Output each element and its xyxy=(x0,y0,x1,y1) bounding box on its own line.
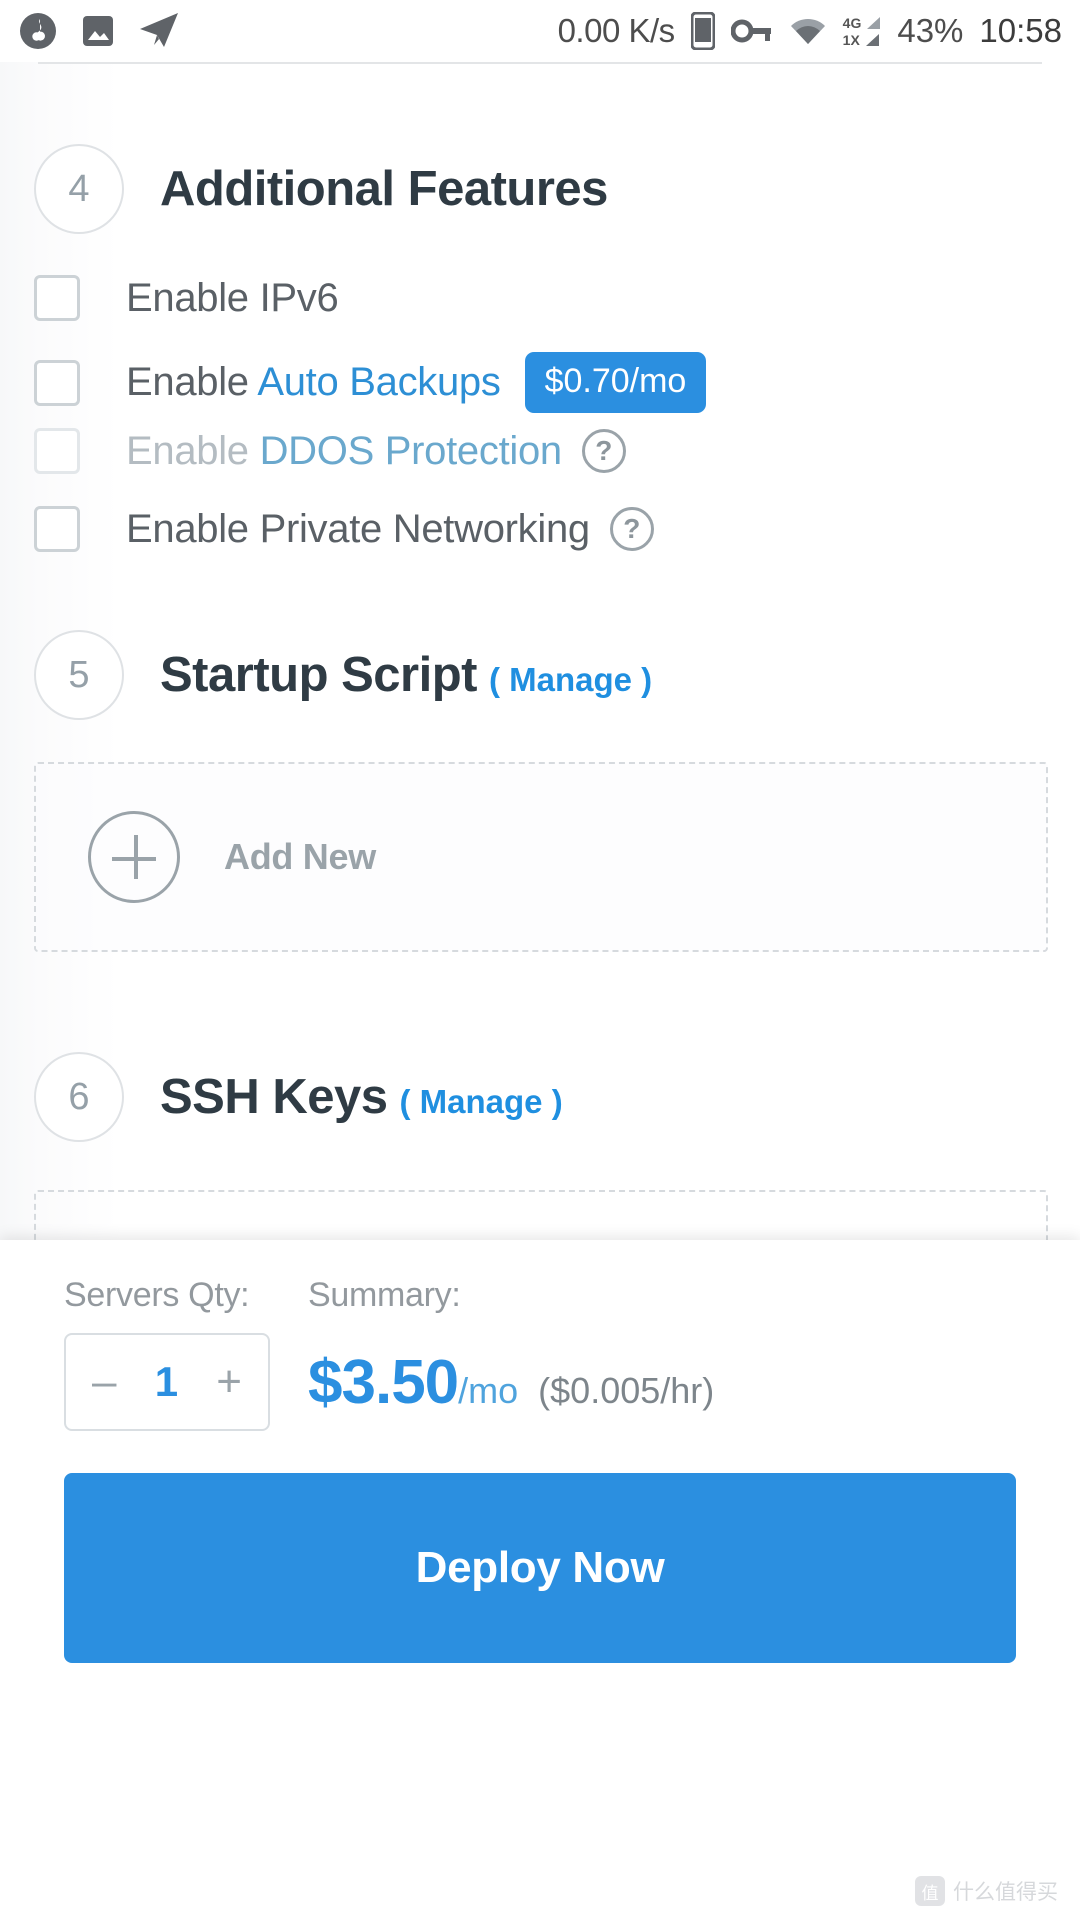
help-icon-ddos-protection[interactable]: ? xyxy=(581,429,626,473)
signal-1x-label: 1X xyxy=(842,31,860,48)
section-header-startup-script: 5 Startup Script ( Manage ) xyxy=(34,630,652,720)
section-title-ssh-keys: SSH Keys xyxy=(160,1070,388,1124)
option-row-ipv6[interactable]: Enable IPv6 xyxy=(34,275,339,321)
increment-button[interactable]: + xyxy=(216,1360,242,1404)
option-label-ipv6: Enable IPv6 xyxy=(126,275,339,321)
summary-label: Summary: xyxy=(308,1276,461,1314)
status-bar: 0.00 K/s 4G 1X 43% 10:58 xyxy=(0,0,1080,62)
option-label-private-networking: Enable Private Networking xyxy=(126,506,590,551)
bottom-bar-labels: Servers Qty: Summary: xyxy=(64,1276,1016,1315)
phone-icon xyxy=(690,12,715,50)
option-label-ddos-protection: Enable DDOS Protection xyxy=(126,429,562,474)
bottom-action-bar: Servers Qty: Summary: – 1 + $3.50 /mo ($… xyxy=(0,1240,1080,1920)
add-new-startup-script-box[interactable]: Add New xyxy=(34,762,1048,952)
section-title-additional-features: Additional Features xyxy=(160,162,608,216)
phone-screen: 0.00 K/s 4G 1X 43% 10:58 4 Additional Fe… xyxy=(0,0,1080,1920)
checkbox-enable-ipv6[interactable] xyxy=(34,275,80,321)
status-bar-divider xyxy=(38,62,1042,64)
vpn-key-icon xyxy=(730,19,771,43)
manage-link-ssh-keys[interactable]: ( Manage ) xyxy=(400,1083,563,1121)
watermark-text: 什么值得买 xyxy=(953,1881,1058,1904)
status-bar-notification-icons xyxy=(18,11,180,51)
quantity-value: 1 xyxy=(154,1358,179,1405)
price-badge-auto-backups: $0.70/mo xyxy=(524,352,707,413)
add-new-label: Add New xyxy=(224,836,376,877)
help-icon-private-networking[interactable]: ? xyxy=(609,507,654,551)
decrement-button[interactable]: – xyxy=(92,1360,116,1404)
checkbox-enable-ddos-protection xyxy=(34,428,80,474)
link-auto-backups[interactable]: Auto Backups xyxy=(257,360,501,404)
clock: 10:58 xyxy=(979,12,1062,49)
price-monthly-unit: /mo xyxy=(458,1369,519,1411)
servers-qty-label: Servers Qty: xyxy=(64,1276,250,1314)
manage-link-startup-script[interactable]: ( Manage ) xyxy=(489,661,652,699)
plus-circle-icon xyxy=(88,811,180,903)
link-ddos-protection[interactable]: DDOS Protection xyxy=(260,429,563,473)
deploy-now-button[interactable]: Deploy Now xyxy=(64,1473,1016,1663)
signal-bars-4g-icon xyxy=(867,16,881,29)
gallery-icon xyxy=(83,16,113,46)
step-number-6: 6 xyxy=(34,1052,124,1142)
status-bar-system-icons: 0.00 K/s 4G 1X 43% 10:58 xyxy=(558,12,1062,50)
option-label-auto-backups: Enable Auto Backups xyxy=(126,360,501,405)
telegram-send-icon xyxy=(140,13,178,47)
option-prefix-auto-backups: Enable xyxy=(126,360,258,404)
watermark: 值 什么值得买 xyxy=(915,1876,1058,1906)
checkbox-enable-auto-backups[interactable] xyxy=(34,359,80,406)
signal-indicator: 4G 1X xyxy=(843,16,882,47)
option-row-private-networking[interactable]: Enable Private Networking ? xyxy=(34,506,654,552)
bottom-bar-controls: – 1 + $3.50 /mo ($0.005/hr) xyxy=(64,1333,1016,1431)
wifi-icon xyxy=(790,18,825,44)
signal-4g-label: 4G xyxy=(842,14,862,31)
option-prefix-ddos: Enable xyxy=(126,428,260,473)
signal-bars-1x-icon xyxy=(865,33,879,46)
option-row-auto-backups[interactable]: Enable Auto Backups $0.70/mo xyxy=(34,352,707,413)
price-summary: $3.50 /mo ($0.005/hr) xyxy=(308,1347,714,1418)
section-title-startup-script: Startup Script xyxy=(160,648,477,702)
network-speed: 0.00 K/s xyxy=(557,12,676,49)
option-prefix-ipv6: Enable xyxy=(126,275,260,320)
step-number-4: 4 xyxy=(34,144,124,234)
step-number-5: 5 xyxy=(34,630,124,720)
option-row-ddos-protection: Enable DDOS Protection ? xyxy=(34,428,626,474)
battery-percentage: 43% xyxy=(897,12,964,49)
price-monthly: $3.50 xyxy=(308,1347,459,1417)
watermark-badge-icon: 值 xyxy=(915,1876,945,1906)
checkbox-enable-private-networking[interactable] xyxy=(34,506,80,552)
section-header-ssh-keys: 6 SSH Keys ( Manage ) xyxy=(34,1052,563,1142)
section-header-additional-features: 4 Additional Features xyxy=(34,144,608,234)
option-suffix-ipv6: IPv6 xyxy=(259,275,339,320)
quantity-stepper[interactable]: – 1 + xyxy=(64,1333,270,1431)
price-hourly: ($0.005/hr) xyxy=(538,1369,715,1411)
music-note-icon xyxy=(20,13,56,49)
